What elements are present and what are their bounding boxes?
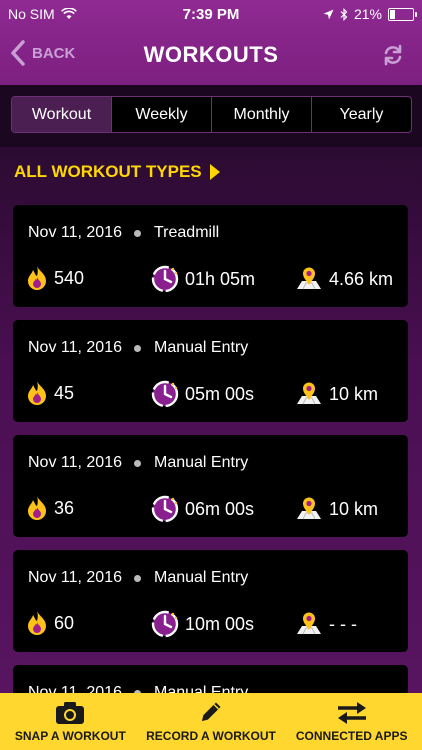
segment-label: Weekly	[135, 105, 188, 123]
bluetooth-icon	[340, 7, 348, 21]
distance-value: 10 km	[329, 498, 379, 519]
header: No SIM 7:39 PM 21% BACK WORKOUTS	[0, 0, 422, 85]
calories-stat: 60	[26, 610, 74, 636]
separator-dot	[134, 344, 141, 352]
workout-date: Nov 11, 2016	[28, 684, 122, 693]
duration-stat: 01h 05m	[151, 265, 255, 293]
workout-date: Nov 11, 2016	[28, 224, 122, 241]
distance-stat: 10 km	[295, 380, 378, 408]
duration-value: 06m 00s	[185, 498, 255, 519]
calories-stat: 45	[26, 380, 74, 406]
calories-stat: 540	[26, 265, 84, 291]
timer-icon	[151, 380, 179, 408]
calories-stat: 36	[26, 495, 74, 521]
duration-value: 05m 00s	[185, 383, 255, 404]
timer-icon	[151, 495, 179, 523]
workout-card[interactable]: Nov 11, 2016 Manual Entry 60 10m 00s - - -	[13, 550, 408, 652]
battery-icon	[388, 7, 417, 21]
workout-header: Nov 11, 2016 Manual Entry	[28, 569, 248, 587]
flame-icon	[28, 381, 46, 405]
refresh-icon	[384, 44, 402, 66]
page-title: WORKOUTS	[143, 42, 279, 67]
distance-stat: 4.66 km	[295, 265, 393, 293]
tab-snap-workout[interactable]: SNAP A WORKOUT	[0, 693, 141, 750]
duration-value: 01h 05m	[185, 268, 256, 289]
workout-date: Nov 11, 2016	[28, 339, 122, 356]
tab-label: SNAP A WORKOUT	[14, 729, 126, 743]
workout-type: Treadmill	[154, 224, 220, 241]
distance-stat: - - -	[295, 610, 357, 638]
duration-stat: 10m 00s	[151, 610, 254, 638]
workout-header: Nov 11, 2016 Manual Entry	[28, 454, 248, 472]
tab-connected-apps[interactable]: CONNECTED APPS	[281, 693, 422, 750]
pencil-icon	[202, 702, 221, 721]
calories-value: 45	[54, 382, 75, 403]
tab-label: RECORD A WORKOUT	[146, 729, 276, 743]
bottom-tab-bar: SNAP A WORKOUT RECORD A WORKOUT CONNECTE…	[0, 693, 422, 750]
flame-icon	[28, 496, 46, 520]
status-bar: No SIM 7:39 PM 21%	[0, 0, 422, 28]
flame-icon	[28, 611, 46, 635]
period-selector-bar: Workout Weekly Monthly Yearly	[0, 85, 422, 147]
nav-bar: BACK WORKOUTS	[0, 30, 422, 82]
workout-header: Nov 11, 2016 Manual Entry	[28, 339, 248, 357]
duration-stat: 06m 00s	[151, 495, 254, 523]
map-pin-icon	[297, 612, 321, 635]
segment-workout[interactable]: Workout	[12, 97, 111, 132]
duration-stat: 05m 00s	[151, 380, 254, 408]
triangle-right-icon	[209, 164, 220, 180]
battery-level	[390, 9, 395, 19]
calories-value: 60	[54, 612, 75, 633]
workout-type: Manual Entry	[154, 569, 249, 586]
location-arrow-icon	[323, 9, 334, 19]
separator-dot	[134, 459, 141, 467]
map-pin-icon	[297, 497, 321, 520]
workout-card[interactable]: Nov 11, 2016 Manual Entry 45 05m 00s 10 km	[13, 320, 408, 422]
segment-monthly[interactable]: Monthly	[211, 97, 311, 132]
distance-stat: 10 km	[295, 495, 378, 523]
map-pin-icon	[297, 267, 321, 290]
workout-list: ALL WORKOUT TYPES Nov 11, 2016 Treadmill 5…	[0, 147, 422, 693]
distance-value: - - -	[329, 613, 357, 634]
segment-weekly[interactable]: Weekly	[111, 97, 211, 132]
distance-value: 4.66 km	[329, 268, 394, 289]
status-right: 21%	[323, 6, 417, 22]
workout-type: Manual Entry	[154, 454, 249, 471]
battery-percent: 21%	[353, 6, 382, 22]
distance-value: 10 km	[329, 383, 379, 404]
calories-value: 540	[54, 267, 85, 288]
workout-card[interactable]: Nov 11, 2016 Manual Entry 36 06m 00s 10 km	[13, 435, 408, 537]
segment-yearly[interactable]: Yearly	[311, 97, 411, 132]
separator-dot	[134, 574, 141, 582]
workout-date: Nov 11, 2016	[28, 569, 122, 586]
timer-icon	[151, 265, 179, 293]
tab-label: CONNECTED APPS	[295, 729, 408, 743]
swap-arrows-icon	[337, 702, 366, 724]
workout-type-filter[interactable]: ALL WORKOUT TYPES	[14, 162, 220, 182]
segment-label: Monthly	[233, 105, 290, 123]
workout-card[interactable]: Nov 11, 2016 Treadmill 540 01h 05m 4.66 km	[13, 205, 408, 307]
workout-date: Nov 11, 2016	[28, 454, 122, 471]
workout-type: Manual Entry	[154, 339, 249, 356]
timer-icon	[151, 610, 179, 638]
calories-value: 36	[54, 497, 75, 518]
workout-card[interactable]: Nov 11, 2016 Manual Entry	[13, 665, 408, 693]
filter-label: ALL WORKOUT TYPES	[14, 162, 202, 181]
workout-type: Manual Entry	[154, 684, 249, 693]
camera-icon	[56, 702, 85, 724]
duration-value: 10m 00s	[185, 613, 255, 634]
flame-icon	[28, 266, 46, 290]
segment-label: Yearly	[339, 105, 384, 123]
workout-header: Nov 11, 2016 Manual Entry	[28, 684, 248, 693]
map-pin-icon	[297, 382, 321, 405]
segment-label: Workout	[31, 105, 92, 123]
separator-dot	[134, 229, 141, 237]
workout-header: Nov 11, 2016 Treadmill	[28, 224, 219, 242]
period-segmented-control: Workout Weekly Monthly Yearly	[11, 96, 412, 133]
refresh-button[interactable]	[382, 44, 404, 71]
tab-record-workout[interactable]: RECORD A WORKOUT	[141, 693, 282, 750]
